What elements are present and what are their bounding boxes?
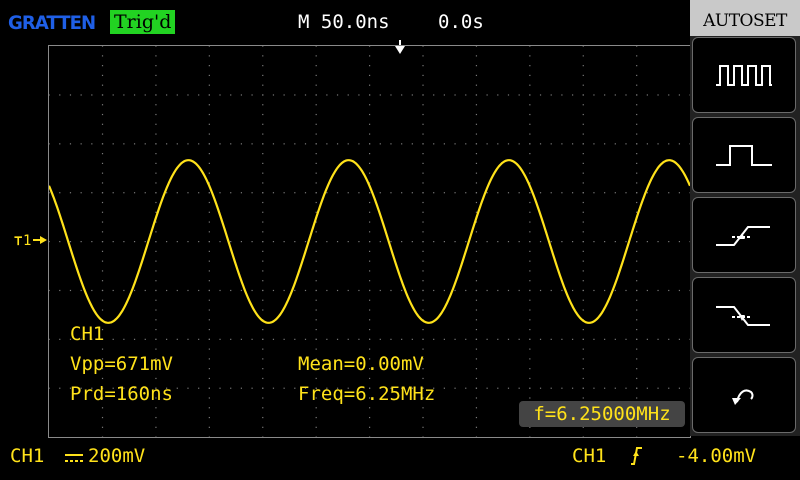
trigger-source[interactable]: CH1 bbox=[572, 444, 606, 468]
multi-period-icon bbox=[716, 65, 772, 86]
volts-per-div[interactable]: 200mV bbox=[88, 444, 145, 468]
svg-text:⊤: ⊤ bbox=[14, 233, 22, 249]
single-period-icon bbox=[716, 145, 772, 166]
brand-logo: GRATTEN bbox=[8, 12, 96, 34]
trigger-status-badge: Trig'd bbox=[110, 10, 176, 34]
ch1-ground-marker[interactable]: ⊤ 1 bbox=[14, 231, 48, 249]
bottom-channel-label[interactable]: CH1 bbox=[10, 444, 44, 468]
single-period-button[interactable] bbox=[692, 117, 796, 193]
ch1-marker-label: 1 bbox=[23, 233, 31, 249]
timebase-scale: M 50.0ns bbox=[298, 11, 390, 33]
frequency-counter: f=6.25000MHz bbox=[519, 401, 685, 427]
measurement-frequency: Freq=6.25MHz bbox=[298, 383, 436, 405]
undo-autoset-button[interactable] bbox=[692, 357, 796, 433]
falling-edge-icon bbox=[716, 306, 770, 326]
trigger-level[interactable]: -4.00mV bbox=[676, 444, 756, 468]
dc-coupling-icon bbox=[64, 452, 84, 464]
falling-edge-button[interactable] bbox=[692, 277, 796, 353]
rising-edge-button[interactable] bbox=[692, 197, 796, 273]
rising-edge-icon bbox=[628, 446, 644, 466]
ch1-sine-trace bbox=[49, 159, 690, 324]
ch1-waveform-trace bbox=[49, 159, 690, 324]
menu-title: AUTOSET bbox=[690, 0, 800, 36]
undo-icon bbox=[732, 389, 754, 405]
measurement-channel: CH1 bbox=[70, 323, 105, 345]
measurement-vpp: Vpp=671mV bbox=[70, 353, 173, 375]
measurement-mean: Mean=0.00mV bbox=[298, 353, 424, 375]
horizontal-offset: 0.0s bbox=[438, 11, 484, 33]
multi-period-button[interactable] bbox=[692, 37, 796, 113]
measurement-period: Prd=160ns bbox=[70, 383, 173, 405]
waveform-display[interactable] bbox=[48, 45, 691, 438]
rising-edge-icon bbox=[716, 226, 770, 246]
